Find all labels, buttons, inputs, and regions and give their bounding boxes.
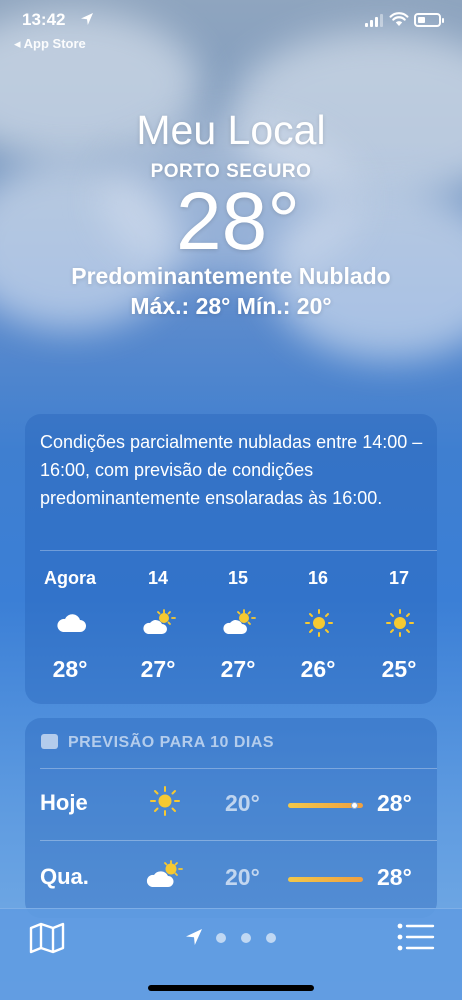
ten-day-forecast-card[interactable]: PREVISÃO PARA 10 DIAS Hoje 20° 28° Qua. bbox=[25, 718, 437, 918]
status-bar: 13:42 ◂ App Store bbox=[0, 0, 462, 56]
back-to-app-store[interactable]: ◂ App Store bbox=[14, 36, 86, 52]
hour-temperature: 27° bbox=[220, 656, 256, 682]
hour-label: 15 bbox=[227, 568, 249, 588]
hour-temperature: 25° bbox=[381, 656, 417, 682]
hour-temperature: 26° bbox=[300, 656, 336, 682]
day-high-temp: 28° bbox=[377, 864, 412, 890]
current-temperature: 28° bbox=[175, 176, 300, 267]
day-low-temp: 20° bbox=[225, 790, 260, 816]
temperature-range-bar bbox=[288, 802, 363, 809]
temperature-range-bar bbox=[288, 877, 363, 882]
calendar-icon bbox=[41, 734, 58, 749]
forecast-summary: Condições parcialmente nubladas entre 14… bbox=[40, 432, 423, 508]
hour-label: 16 bbox=[307, 568, 329, 588]
hour-label: Agora bbox=[43, 568, 96, 588]
location-arrow-icon bbox=[81, 13, 93, 25]
current-temp-marker bbox=[351, 802, 358, 809]
partly-sunny-icon bbox=[223, 609, 256, 634]
cellular-signal-icon bbox=[365, 14, 385, 27]
hour-temperature: 28° bbox=[52, 656, 88, 682]
divider bbox=[40, 840, 437, 841]
status-time: 13:42 bbox=[22, 10, 66, 29]
location-title: Meu Local bbox=[136, 107, 326, 153]
hour-temperature: 27° bbox=[140, 656, 176, 682]
cloud-icon bbox=[57, 614, 86, 632]
divider bbox=[40, 768, 437, 769]
current-weather: Meu Local PORTO SEGURO 28° Predominantem… bbox=[0, 104, 462, 320]
page-dot[interactable] bbox=[266, 933, 276, 943]
sun-icon bbox=[305, 609, 333, 637]
page-indicator[interactable] bbox=[185, 927, 285, 947]
high-low-text: Máx.: 28° Mín.: 20° bbox=[130, 293, 332, 319]
day-high-temp: 28° bbox=[377, 790, 412, 816]
sun-icon bbox=[386, 609, 414, 637]
hour-label: 17 bbox=[388, 568, 410, 588]
partly-sunny-icon bbox=[143, 609, 176, 634]
partly-sunny-icon bbox=[146, 860, 183, 887]
page-dot[interactable] bbox=[241, 933, 251, 943]
day-row[interactable]: Qua. 20° 28° bbox=[25, 850, 437, 910]
condition-text: Predominantemente Nublado bbox=[71, 263, 391, 289]
hour-label: 14 bbox=[147, 568, 169, 588]
hourly-forecast-card[interactable]: Condições parcialmente nubladas entre 14… bbox=[25, 414, 437, 704]
ten-day-header: PREVISÃO PARA 10 DIAS bbox=[41, 734, 274, 752]
battery-icon bbox=[414, 13, 444, 27]
day-row[interactable]: Hoje 20° 28° bbox=[25, 776, 437, 836]
wifi-icon bbox=[389, 12, 409, 26]
bottom-toolbar bbox=[0, 908, 462, 1000]
day-name: Qua. bbox=[40, 864, 89, 889]
sun-icon bbox=[150, 786, 180, 816]
divider bbox=[40, 550, 437, 551]
day-name: Hoje bbox=[40, 790, 88, 815]
map-icon[interactable] bbox=[29, 922, 65, 954]
home-indicator[interactable] bbox=[148, 985, 314, 991]
location-arrow-icon bbox=[186, 929, 202, 945]
page-dot[interactable] bbox=[216, 933, 226, 943]
day-low-temp: 20° bbox=[225, 864, 260, 890]
list-icon[interactable] bbox=[397, 922, 435, 952]
ten-day-header-label: PREVISÃO PARA 10 DIAS bbox=[68, 734, 275, 751]
